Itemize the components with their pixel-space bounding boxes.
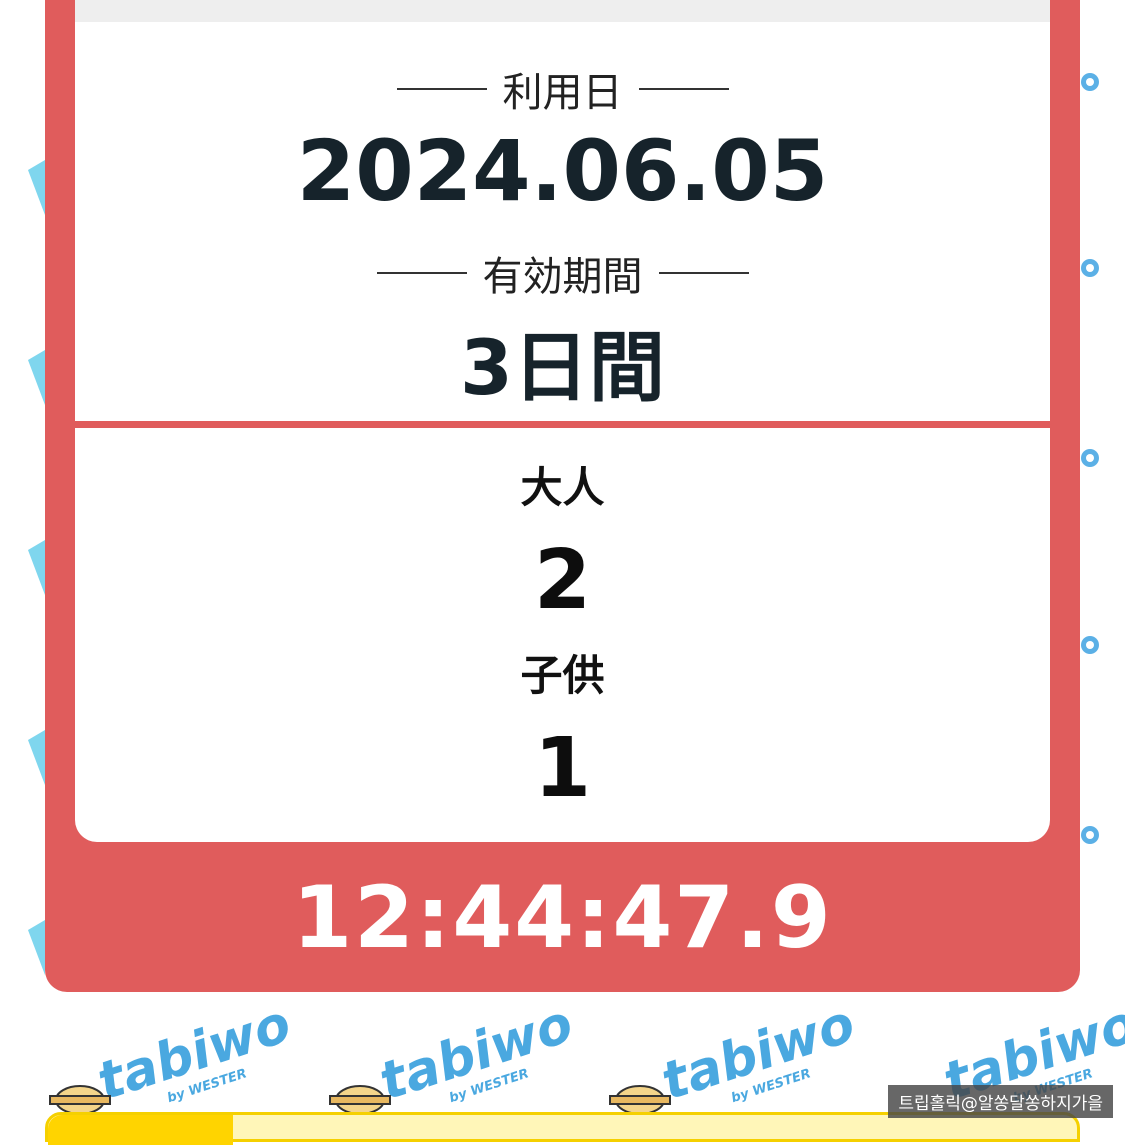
divider-line <box>396 88 487 90</box>
live-timer: 12:44:47.9 <box>292 868 833 968</box>
next-section-tab <box>48 1115 233 1145</box>
divider-line <box>658 272 749 274</box>
adult-count: 2 <box>533 533 592 628</box>
watermark: 트립홀릭@알쏭달쏭하지가을 <box>888 1085 1113 1118</box>
usage-date-label: 利用日 <box>502 70 623 116</box>
ticket-date-panel: 利用日 2024.06.05 有効期間 3日間 <box>75 22 1050 421</box>
adult-label: 大人 <box>520 463 605 512</box>
validity-label: 有効期間 <box>482 254 643 300</box>
usage-date-label-row: 利用日 <box>75 60 1050 118</box>
child-label: 子供 <box>520 651 605 700</box>
validity-label-row: 有効期間 <box>75 244 1050 302</box>
validity-value: 3日間 <box>460 323 665 412</box>
child-count: 1 <box>533 721 592 816</box>
ticket-top-strip <box>75 0 1050 22</box>
divider-line <box>376 272 467 274</box>
divider-line <box>638 88 729 90</box>
ticket-passenger-panel: 大人 2 子供 1 <box>75 428 1050 842</box>
usage-date-value: 2024.06.05 <box>296 122 829 220</box>
